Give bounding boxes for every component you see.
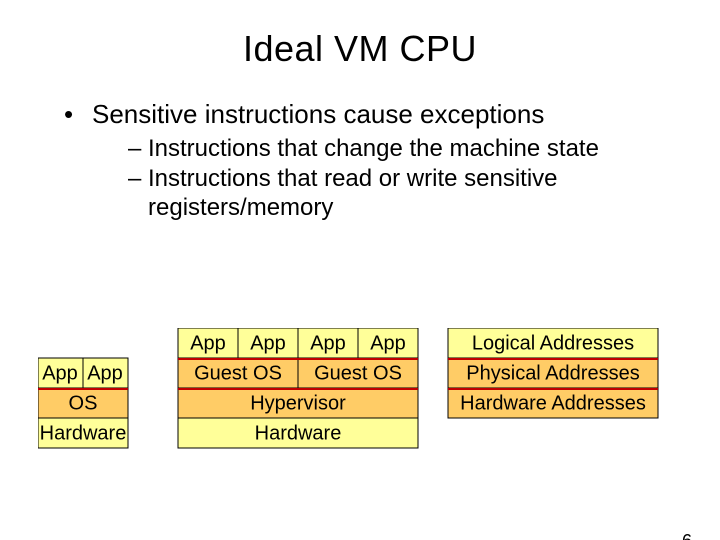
mid-hw: Hardware xyxy=(255,422,342,444)
left-app-a: App xyxy=(42,362,78,384)
page-number: 6 xyxy=(682,531,692,540)
stacks-svg: App App OS Hardware App App App xyxy=(38,328,686,498)
bullet-dot-icon: • xyxy=(60,98,92,131)
left-stack: App App OS Hardware xyxy=(38,358,128,448)
mid-hyper: Hypervisor xyxy=(250,392,346,414)
diagram-area: App App OS Hardware App App App xyxy=(38,328,686,498)
slide: Ideal VM CPU • Sensitive instructions ca… xyxy=(0,28,720,540)
bullet-level2: – Instructions that read or write sensit… xyxy=(128,165,680,223)
bullet-list: • Sensitive instructions cause exception… xyxy=(60,98,680,223)
bullet-dash-icon: – xyxy=(128,135,148,164)
right-r1: Logical Addresses xyxy=(472,332,634,354)
bullet-l2b-text: Instructions that read or write sensitiv… xyxy=(148,165,680,223)
mid-app-2: App xyxy=(310,332,346,354)
mid-guest-a: Guest OS xyxy=(194,362,282,384)
mid-app-0: App xyxy=(190,332,226,354)
mid-guest-b: Guest OS xyxy=(314,362,402,384)
bullet-l1-text: Sensitive instructions cause exceptions xyxy=(92,98,544,131)
slide-title: Ideal VM CPU xyxy=(0,28,720,70)
mid-app-1: App xyxy=(250,332,286,354)
right-stack: Logical Addresses Physical Addresses Har… xyxy=(448,328,658,418)
bullet-l2a-text: Instructions that change the machine sta… xyxy=(148,135,599,164)
mid-app-3: App xyxy=(370,332,406,354)
left-os: OS xyxy=(69,392,98,414)
bullet-level1: • Sensitive instructions cause exception… xyxy=(60,98,680,131)
right-r3: Hardware Addresses xyxy=(460,392,646,414)
bullet-dash-icon: – xyxy=(128,165,148,223)
left-hw: Hardware xyxy=(40,422,127,444)
bullet-level2: – Instructions that change the machine s… xyxy=(128,135,680,164)
left-app-b: App xyxy=(87,362,123,384)
middle-stack: App App App App Guest OS Guest OS Hyperv… xyxy=(178,328,418,448)
right-r2: Physical Addresses xyxy=(466,362,639,384)
